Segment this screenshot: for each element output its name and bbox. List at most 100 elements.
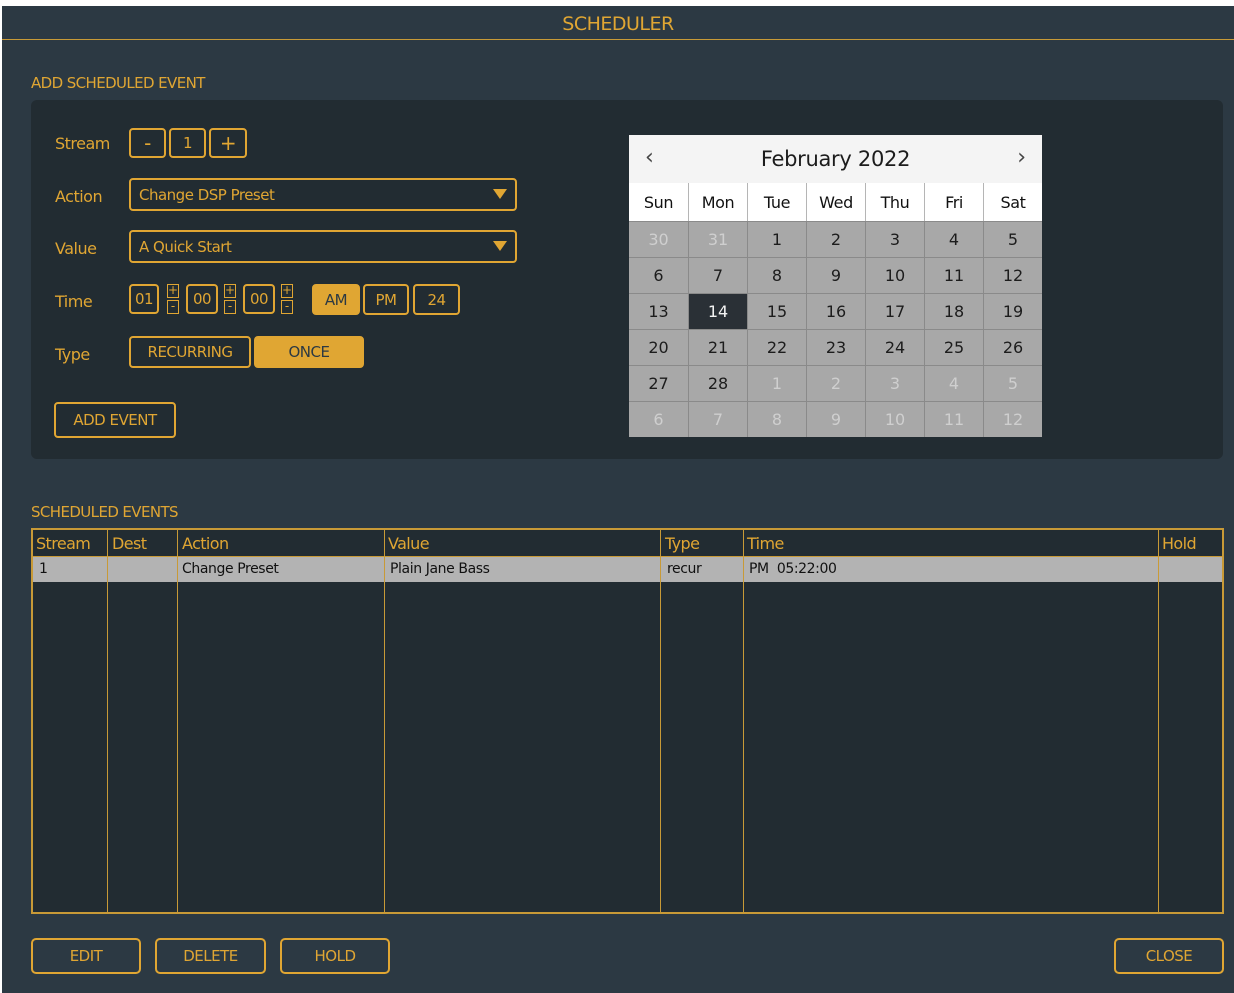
column-divider bbox=[660, 530, 661, 912]
column-divider bbox=[743, 530, 744, 912]
calendar-day[interactable]: 19 bbox=[983, 293, 1042, 329]
weekday-header: Wed bbox=[806, 183, 865, 221]
calendar-day[interactable]: 12 bbox=[983, 257, 1042, 293]
add-section-label: ADD SCHEDULED EVENT bbox=[31, 74, 205, 92]
weekday-header: Thu bbox=[865, 183, 924, 221]
stream-increment-button[interactable]: + bbox=[209, 128, 247, 158]
calendar-day[interactable]: 4 bbox=[924, 221, 983, 257]
calendar-day[interactable]: 6 bbox=[629, 257, 688, 293]
value-select-value: A Quick Start bbox=[139, 237, 232, 256]
calendar-day[interactable]: 6 bbox=[629, 401, 688, 437]
hour-increment-icon[interactable]: + bbox=[167, 284, 179, 298]
column-divider bbox=[384, 530, 385, 912]
stream-label: Stream bbox=[55, 134, 110, 153]
type-recurring-button[interactable]: RECURRING bbox=[129, 336, 251, 368]
cell-value: Plain Jane Bass bbox=[390, 561, 490, 577]
scheduled-events-table: 1 Change Preset Plain Jane Bass recur PM… bbox=[31, 528, 1224, 914]
calendar-day[interactable]: 20 bbox=[629, 329, 688, 365]
time-24-button[interactable]: 24 bbox=[413, 284, 460, 315]
second-decrement-icon[interactable]: - bbox=[281, 300, 293, 314]
calendar-day[interactable]: 7 bbox=[688, 401, 747, 437]
second-increment-icon[interactable]: + bbox=[281, 284, 293, 298]
value-label: Value bbox=[55, 239, 97, 258]
calendar-day[interactable]: 23 bbox=[806, 329, 865, 365]
edit-button[interactable]: EDIT bbox=[31, 938, 141, 974]
window-title: SCHEDULER bbox=[562, 13, 674, 35]
calendar-day[interactable]: 1 bbox=[747, 365, 806, 401]
calendar-day[interactable]: 2 bbox=[806, 221, 865, 257]
second-field[interactable]: 00 bbox=[243, 284, 275, 314]
calendar-day[interactable]: 8 bbox=[747, 401, 806, 437]
time-label: Time bbox=[55, 292, 93, 311]
calendar-day[interactable]: 15 bbox=[747, 293, 806, 329]
calendar-day[interactable]: 7 bbox=[688, 257, 747, 293]
dropdown-arrow-icon bbox=[493, 189, 507, 199]
scheduler-window: SCHEDULER ADD SCHEDULED EVENT Stream - 1… bbox=[2, 6, 1234, 993]
cell-stream: 1 bbox=[39, 561, 48, 577]
column-header-hold[interactable]: Hold bbox=[1162, 534, 1197, 553]
calendar-day[interactable]: 11 bbox=[924, 257, 983, 293]
calendar-day[interactable]: 10 bbox=[865, 401, 924, 437]
calendar-day[interactable]: 12 bbox=[983, 401, 1042, 437]
type-once-button[interactable]: ONCE bbox=[254, 336, 364, 368]
value-select[interactable]: A Quick Start bbox=[129, 230, 517, 263]
next-month-icon[interactable]: › bbox=[1017, 145, 1026, 170]
hour-field[interactable]: 01 bbox=[129, 284, 159, 314]
calendar-day-selected[interactable]: 14 bbox=[688, 293, 747, 329]
calendar-day[interactable]: 28 bbox=[688, 365, 747, 401]
column-header-stream[interactable]: Stream bbox=[36, 534, 91, 553]
calendar-day[interactable]: 1 bbox=[747, 221, 806, 257]
calendar-day[interactable]: 13 bbox=[629, 293, 688, 329]
calendar-day[interactable]: 8 bbox=[747, 257, 806, 293]
calendar-day[interactable]: 22 bbox=[747, 329, 806, 365]
minute-field[interactable]: 00 bbox=[186, 284, 218, 314]
stream-value: 1 bbox=[169, 128, 206, 158]
calendar-day[interactable]: 27 bbox=[629, 365, 688, 401]
action-select[interactable]: Change DSP Preset bbox=[129, 178, 517, 211]
calendar-month-label: February 2022 bbox=[760, 147, 911, 171]
column-header-type[interactable]: Type bbox=[665, 534, 700, 553]
type-label: Type bbox=[55, 345, 90, 364]
calendar-day[interactable]: 2 bbox=[806, 365, 865, 401]
action-select-value: Change DSP Preset bbox=[139, 185, 275, 204]
calendar-day[interactable]: 17 bbox=[865, 293, 924, 329]
calendar-day[interactable]: 26 bbox=[983, 329, 1042, 365]
table-row[interactable]: 1 Change Preset Plain Jane Bass recur PM… bbox=[33, 557, 1222, 582]
calendar-day[interactable]: 3 bbox=[865, 221, 924, 257]
column-divider bbox=[177, 530, 178, 912]
weekday-header: Sat bbox=[983, 183, 1042, 221]
hour-decrement-icon[interactable]: - bbox=[167, 300, 179, 314]
hold-button[interactable]: HOLD bbox=[280, 938, 390, 974]
calendar-day[interactable]: 9 bbox=[806, 257, 865, 293]
close-button[interactable]: CLOSE bbox=[1114, 938, 1224, 974]
calendar-day[interactable]: 9 bbox=[806, 401, 865, 437]
column-header-action[interactable]: Action bbox=[182, 534, 229, 553]
time-am-button[interactable]: AM bbox=[312, 284, 360, 315]
calendar-day[interactable]: 3 bbox=[865, 365, 924, 401]
minute-increment-icon[interactable]: + bbox=[224, 284, 236, 298]
calendar-day[interactable]: 5 bbox=[983, 365, 1042, 401]
calendar-day[interactable]: 16 bbox=[806, 293, 865, 329]
time-pm-button[interactable]: PM bbox=[363, 284, 409, 315]
cell-action: Change Preset bbox=[182, 561, 279, 577]
calendar-day[interactable]: 18 bbox=[924, 293, 983, 329]
calendar-day[interactable]: 30 bbox=[629, 221, 688, 257]
calendar-day[interactable]: 21 bbox=[688, 329, 747, 365]
calendar-day[interactable]: 31 bbox=[688, 221, 747, 257]
calendar-day[interactable]: 24 bbox=[865, 329, 924, 365]
cell-type: recur bbox=[667, 561, 702, 577]
calendar-day[interactable]: 5 bbox=[983, 221, 1042, 257]
stream-decrement-button[interactable]: - bbox=[129, 128, 166, 158]
calendar-day[interactable]: 4 bbox=[924, 365, 983, 401]
cell-time: PM 05:22:00 bbox=[749, 561, 837, 577]
calendar-day[interactable]: 11 bbox=[924, 401, 983, 437]
column-header-value[interactable]: Value bbox=[388, 534, 430, 553]
delete-button[interactable]: DELETE bbox=[155, 938, 266, 974]
calendar-day[interactable]: 25 bbox=[924, 329, 983, 365]
dropdown-arrow-icon bbox=[493, 241, 507, 251]
column-header-dest[interactable]: Dest bbox=[112, 534, 147, 553]
calendar-day[interactable]: 10 bbox=[865, 257, 924, 293]
minute-decrement-icon[interactable]: - bbox=[224, 300, 236, 314]
column-header-time[interactable]: Time bbox=[747, 534, 784, 553]
add-event-button[interactable]: ADD EVENT bbox=[54, 402, 176, 438]
